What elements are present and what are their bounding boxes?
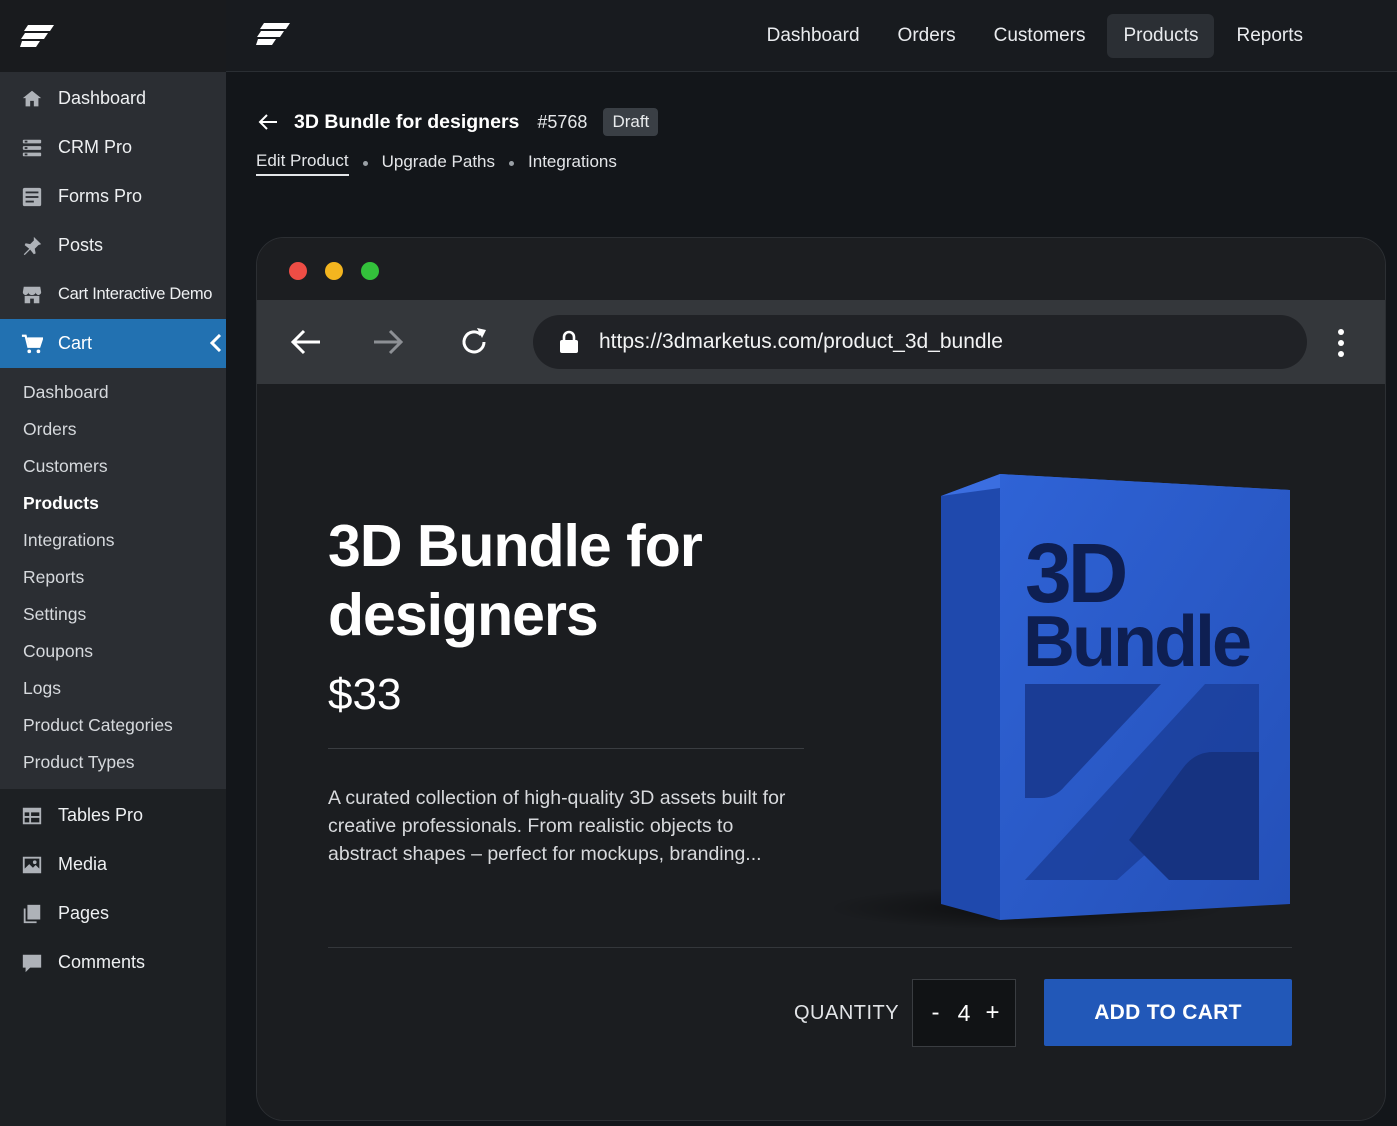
window-titlebar (257, 238, 1385, 300)
sidebar-item-label: Cart (58, 333, 93, 353)
top-bar: Dashboard Orders Customers Products Repo… (226, 0, 1397, 72)
tab-separator (509, 160, 515, 166)
submenu-item-product-types[interactable]: Product Types (0, 744, 226, 781)
sidebar-logo[interactable] (0, 0, 226, 72)
submenu-item-product-categories[interactable]: Product Categories (0, 707, 226, 744)
page-tabs: Edit Product Upgrade Paths Integrations (256, 148, 658, 178)
submenu-item-dashboard[interactable]: Dashboard (0, 374, 226, 411)
product-price: $33 (328, 670, 402, 719)
topnav-customers[interactable]: Customers (978, 14, 1102, 58)
browser-toolbar: https://3dmarketus.com/product_3d_bundle (257, 300, 1385, 384)
divider (328, 748, 804, 749)
add-to-cart-button[interactable]: ADD TO CART (1044, 979, 1292, 1046)
product-title: 3D Bundle for designers (328, 513, 703, 648)
quantity-value[interactable]: 4 (958, 1000, 971, 1027)
box-text-line2: Bundle (1023, 602, 1250, 682)
topnav-orders[interactable]: Orders (882, 14, 972, 58)
sidebar-item-label: Posts (58, 235, 104, 255)
forms-icon (20, 185, 44, 209)
tab-integrations[interactable]: Integrations (528, 152, 617, 175)
sidebar-item-label: Dashboard (58, 88, 147, 108)
submenu-item-reports[interactable]: Reports (0, 559, 226, 596)
sidebar-item-label: Media (58, 854, 108, 874)
sidebar-item-dashboard[interactable]: Dashboard (0, 74, 226, 123)
cart-submenu: Dashboard Orders Customers Products Inte… (0, 368, 226, 789)
sidebar-item-label: CRM Pro (58, 137, 133, 157)
sidebar-item-label: Pages (58, 903, 110, 923)
maximize-window-dot[interactable] (361, 262, 379, 280)
pin-icon (20, 234, 44, 258)
product-description: A curated collection of high-quality 3D … (328, 787, 786, 865)
topnav-products[interactable]: Products (1107, 14, 1215, 58)
top-nav: Dashboard Orders Customers Products Repo… (751, 14, 1319, 58)
product-page-preview: 3D Bundle for designers $33 A curated co… (257, 384, 1385, 1120)
url-text: https://3dmarketus.com/product_3d_bundle (599, 330, 1003, 353)
page-header: 3D Bundle for designers #5768 Draft Edit… (256, 106, 659, 178)
close-window-dot[interactable] (289, 262, 307, 280)
submenu-item-orders[interactable]: Orders (0, 411, 226, 448)
quantity-stepper: - 4 + (912, 979, 1016, 1047)
submenu-item-customers[interactable]: Customers (0, 448, 226, 485)
lock-icon (560, 330, 578, 353)
page-title: 3D Bundle for designers (294, 110, 520, 133)
submenu-item-coupons[interactable]: Coupons (0, 633, 226, 670)
status-badge: Draft (603, 108, 659, 136)
submenu-item-integrations[interactable]: Integrations (0, 522, 226, 559)
sidebar-item-tables-pro[interactable]: Tables Pro (0, 791, 226, 840)
back-arrow-icon[interactable] (256, 110, 280, 134)
sidebar-item-label: Forms Pro (58, 186, 143, 206)
browser-preview-window: https://3dmarketus.com/product_3d_bundle… (256, 237, 1386, 1121)
product-box-image: 3D Bundle (827, 474, 1290, 928)
product-id: #5768 (537, 111, 588, 132)
reload-icon[interactable] (457, 325, 491, 359)
sidebar-item-comments[interactable]: Comments (0, 938, 226, 987)
browser-back-icon[interactable] (289, 325, 323, 359)
tab-separator (362, 160, 368, 166)
quantity-label: QUANTITY (794, 1002, 900, 1024)
sidebar-item-label: Tables Pro (58, 805, 144, 825)
minimize-window-dot[interactable] (325, 262, 343, 280)
sidebar-item-label: Cart Interactive Demo (58, 285, 213, 303)
sidebar-item-crm-pro[interactable]: CRM Pro (0, 123, 226, 172)
quantity-increment-button[interactable]: + (981, 999, 1003, 1027)
sidebar-item-cart[interactable]: Cart (0, 319, 226, 368)
tab-edit-product[interactable]: Edit Product (256, 151, 349, 176)
submenu-item-products[interactable]: Products (0, 485, 226, 522)
topnav-reports[interactable]: Reports (1220, 14, 1319, 58)
quantity-decrement-button[interactable]: - (925, 999, 947, 1027)
tab-upgrade-paths[interactable]: Upgrade Paths (382, 152, 495, 175)
sidebar-item-posts[interactable]: Posts (0, 221, 226, 270)
cart-icon (20, 332, 44, 356)
sidebar-menu-top: Dashboard CRM Pro Forms Pro Posts Cart I… (0, 72, 226, 368)
brand-logo-icon[interactable] (256, 22, 290, 46)
chevron-left-icon (210, 334, 222, 352)
divider (328, 947, 1292, 948)
sidebar-item-label: Comments (58, 952, 146, 972)
sidebar-menu-bottom: Tables Pro Media Pages Comments (0, 789, 226, 987)
admin-sidebar: Dashboard CRM Pro Forms Pro Posts Cart I… (0, 0, 226, 1126)
sidebar-item-forms-pro[interactable]: Forms Pro (0, 172, 226, 221)
pages-icon (20, 902, 44, 926)
browser-menu-icon[interactable] (1337, 328, 1345, 358)
table-icon (20, 804, 44, 828)
browser-forward-icon[interactable] (371, 325, 405, 359)
submenu-item-logs[interactable]: Logs (0, 670, 226, 707)
crm-icon (20, 136, 44, 160)
sidebar-item-cart-interactive-demo[interactable]: Cart Interactive Demo (0, 270, 226, 319)
store-icon (20, 283, 44, 307)
comment-icon (20, 951, 44, 975)
sidebar-item-pages[interactable]: Pages (0, 889, 226, 938)
submenu-item-settings[interactable]: Settings (0, 596, 226, 633)
topnav-dashboard[interactable]: Dashboard (751, 14, 876, 58)
sidebar-item-media[interactable]: Media (0, 840, 226, 889)
dashboard-icon (20, 87, 44, 111)
brand-logo-icon (20, 25, 54, 47)
address-bar[interactable]: https://3dmarketus.com/product_3d_bundle (533, 315, 1307, 369)
media-icon (20, 853, 44, 877)
